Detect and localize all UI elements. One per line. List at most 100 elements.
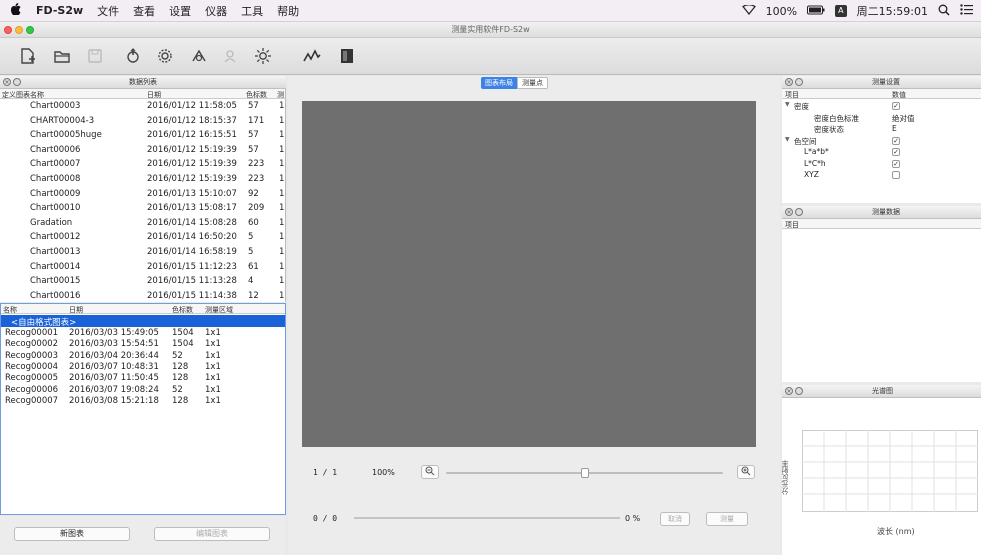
cancel-button[interactable]: 取消: [660, 512, 690, 526]
app-name-menu[interactable]: FD-S2w: [36, 4, 83, 17]
extra-cell: 1: [279, 217, 285, 228]
table-row[interactable]: Chart00013 2016/01/14 16:58:19 5 1: [0, 246, 285, 258]
scan-icon[interactable]: [218, 44, 242, 68]
apple-menu-icon[interactable]: [10, 3, 22, 18]
settings-row[interactable]: XYZ: [782, 169, 981, 181]
calibrate-icon[interactable]: [121, 44, 145, 68]
settings-row[interactable]: 密度白色标准 绝对值: [782, 112, 981, 124]
panel-expand-icon[interactable]: [795, 78, 803, 86]
menu-file[interactable]: 文件: [97, 3, 119, 19]
menu-view[interactable]: 查看: [133, 3, 155, 19]
list-item[interactable]: Recog00004 2016/03/07 10:48:31 128 1x1: [1, 361, 285, 373]
spectrum-plot-area: [802, 430, 978, 512]
chart-name-cell: Chart00009: [30, 188, 81, 199]
disclosure-triangle-icon[interactable]: ▼: [785, 136, 790, 143]
table-row[interactable]: Chart00015 2016/01/15 11:13:28 4 1: [0, 275, 285, 287]
column-date[interactable]: 日期: [147, 90, 161, 100]
spectrum-graph-icon[interactable]: [300, 44, 324, 68]
name-cell: Recog00007: [5, 395, 59, 406]
setting-checkbox[interactable]: ✓: [892, 159, 900, 168]
panel-close-icon[interactable]: ×: [785, 208, 793, 216]
settings-row[interactable]: ▼ 密度 ✓: [782, 100, 981, 112]
minimize-window-button[interactable]: [15, 26, 23, 34]
wifi-icon[interactable]: [741, 3, 756, 18]
edit-chart-button[interactable]: 编辑图表: [154, 527, 270, 541]
column-measure-area[interactable]: 测量区域: [205, 305, 233, 315]
settings-row[interactable]: 密度状态 E: [782, 123, 981, 135]
zoom-window-button[interactable]: [26, 26, 34, 34]
zoom-out-button[interactable]: [421, 465, 439, 479]
zoom-slider-thumb[interactable]: [580, 468, 589, 478]
setting-checkbox[interactable]: ✓: [892, 102, 900, 110]
column-extra[interactable]: 测: [277, 90, 284, 100]
table-row[interactable]: Chart00008 2016/01/12 15:19:39 223 1: [0, 173, 285, 185]
notification-center-icon[interactable]: [960, 4, 973, 18]
table-row[interactable]: Chart00016 2016/01/15 11:14:38 12 1: [0, 290, 285, 302]
patch-count-cell: 61: [248, 261, 259, 272]
zoom-in-button[interactable]: [737, 465, 755, 479]
column-date[interactable]: 日期: [69, 305, 83, 315]
column-chart-name[interactable]: 定义图表名称: [2, 90, 44, 100]
menu-help[interactable]: 帮助: [277, 3, 299, 19]
setting-checkbox[interactable]: ✓: [892, 136, 900, 145]
column-value[interactable]: 数值: [892, 90, 906, 100]
chart-preview-canvas[interactable]: [302, 101, 756, 447]
list-item[interactable]: Recog00006 2016/03/07 19:08:24 52 1x1: [1, 384, 285, 396]
date-cell: 2016/01/14 16:50:20: [147, 232, 237, 243]
close-window-button[interactable]: [4, 26, 12, 34]
setting-checkbox[interactable]: [892, 171, 900, 179]
column-item[interactable]: 项目: [785, 220, 799, 230]
table-row[interactable]: Chart00012 2016/01/14 16:50:20 5 1: [0, 231, 285, 243]
panel-close-icon[interactable]: ×: [785, 78, 793, 86]
table-row[interactable]: Chart00003 2016/01/12 11:58:05 57 1: [0, 100, 285, 112]
chart-name-cell: Chart00010: [30, 203, 81, 214]
disclosure-triangle-icon[interactable]: ▼: [785, 101, 790, 108]
list-item-selected[interactable]: <自由格式图表>: [1, 315, 285, 328]
menu-instrument[interactable]: 仪器: [205, 3, 227, 19]
setting-checkbox[interactable]: ✓: [892, 148, 900, 156]
chart-name-cell: Chart00013: [30, 247, 81, 257]
column-patch-count[interactable]: 色标数: [172, 305, 193, 315]
column-item[interactable]: 项目: [785, 90, 799, 100]
table-row[interactable]: Chart00009 2016/01/13 15:10:07 92 1: [0, 188, 285, 200]
table-row[interactable]: Chart00005huge 2016/01/12 16:15:51 57 1: [0, 129, 285, 141]
table-row[interactable]: Chart00010 2016/01/13 15:08:17 209 1: [0, 202, 285, 214]
save-icon[interactable]: [83, 44, 107, 68]
measure-mode-icon[interactable]: [187, 44, 211, 68]
menu-settings[interactable]: 设置: [169, 3, 191, 19]
table-row[interactable]: Chart00007 2016/01/12 15:19:39 223 1: [0, 158, 285, 170]
clock[interactable]: 周二15:59:01: [857, 3, 928, 19]
settings-row[interactable]: ▼ 色空间 ✓: [782, 135, 981, 147]
tab-chart-layout[interactable]: 图表布局: [481, 77, 517, 89]
battery-icon[interactable]: [807, 5, 825, 18]
table-row[interactable]: Chart00014 2016/01/15 11:12:23 61 1: [0, 261, 285, 273]
panel-expand-icon[interactable]: [795, 208, 803, 216]
column-name[interactable]: 名称: [3, 305, 17, 315]
list-item[interactable]: Recog00002 2016/03/03 15:54:51 1504 1x1: [1, 338, 285, 350]
open-folder-icon[interactable]: [50, 44, 74, 68]
new-chart-button[interactable]: 新图表: [14, 527, 130, 541]
spotlight-search-icon[interactable]: [938, 4, 950, 19]
measure-button[interactable]: 测量: [706, 512, 748, 526]
column-patch-count[interactable]: 色标数: [246, 90, 267, 100]
lighting-icon[interactable]: [251, 44, 275, 68]
device-settings-gear-icon[interactable]: [153, 44, 177, 68]
list-item[interactable]: Recog00007 2016/03/08 15:21:18 128 1x1: [1, 395, 285, 407]
table-row[interactable]: CHART00004-3 2016/01/12 18:15:37 171 1: [0, 115, 285, 127]
tab-measure-points[interactable]: 测量点: [517, 77, 548, 89]
table-row[interactable]: Gradation 2016/01/14 15:08:28 60 1: [0, 217, 285, 229]
settings-row[interactable]: L*a*b* ✓: [782, 146, 981, 158]
list-item[interactable]: Recog00005 2016/03/07 11:50:45 128 1x1: [1, 372, 285, 384]
panel-expand-icon[interactable]: [795, 387, 803, 395]
measure-area-cell: 1x1: [205, 350, 221, 361]
table-row[interactable]: Chart00006 2016/01/12 15:19:39 57 1: [0, 144, 285, 156]
input-method-icon[interactable]: A: [835, 5, 847, 17]
menu-tools[interactable]: 工具: [241, 3, 263, 19]
new-document-icon[interactable]: [16, 44, 40, 68]
list-item[interactable]: Recog00003 2016/03/04 20:36:44 52 1x1: [1, 350, 285, 362]
measure-area-cell: 1x1: [205, 384, 221, 395]
settings-row[interactable]: L*C*h ✓: [782, 158, 981, 170]
list-item[interactable]: Recog00001 2016/03/03 15:49:05 1504 1x1: [1, 327, 285, 339]
color-patch-icon[interactable]: [335, 44, 359, 68]
panel-close-icon[interactable]: ×: [785, 387, 793, 395]
